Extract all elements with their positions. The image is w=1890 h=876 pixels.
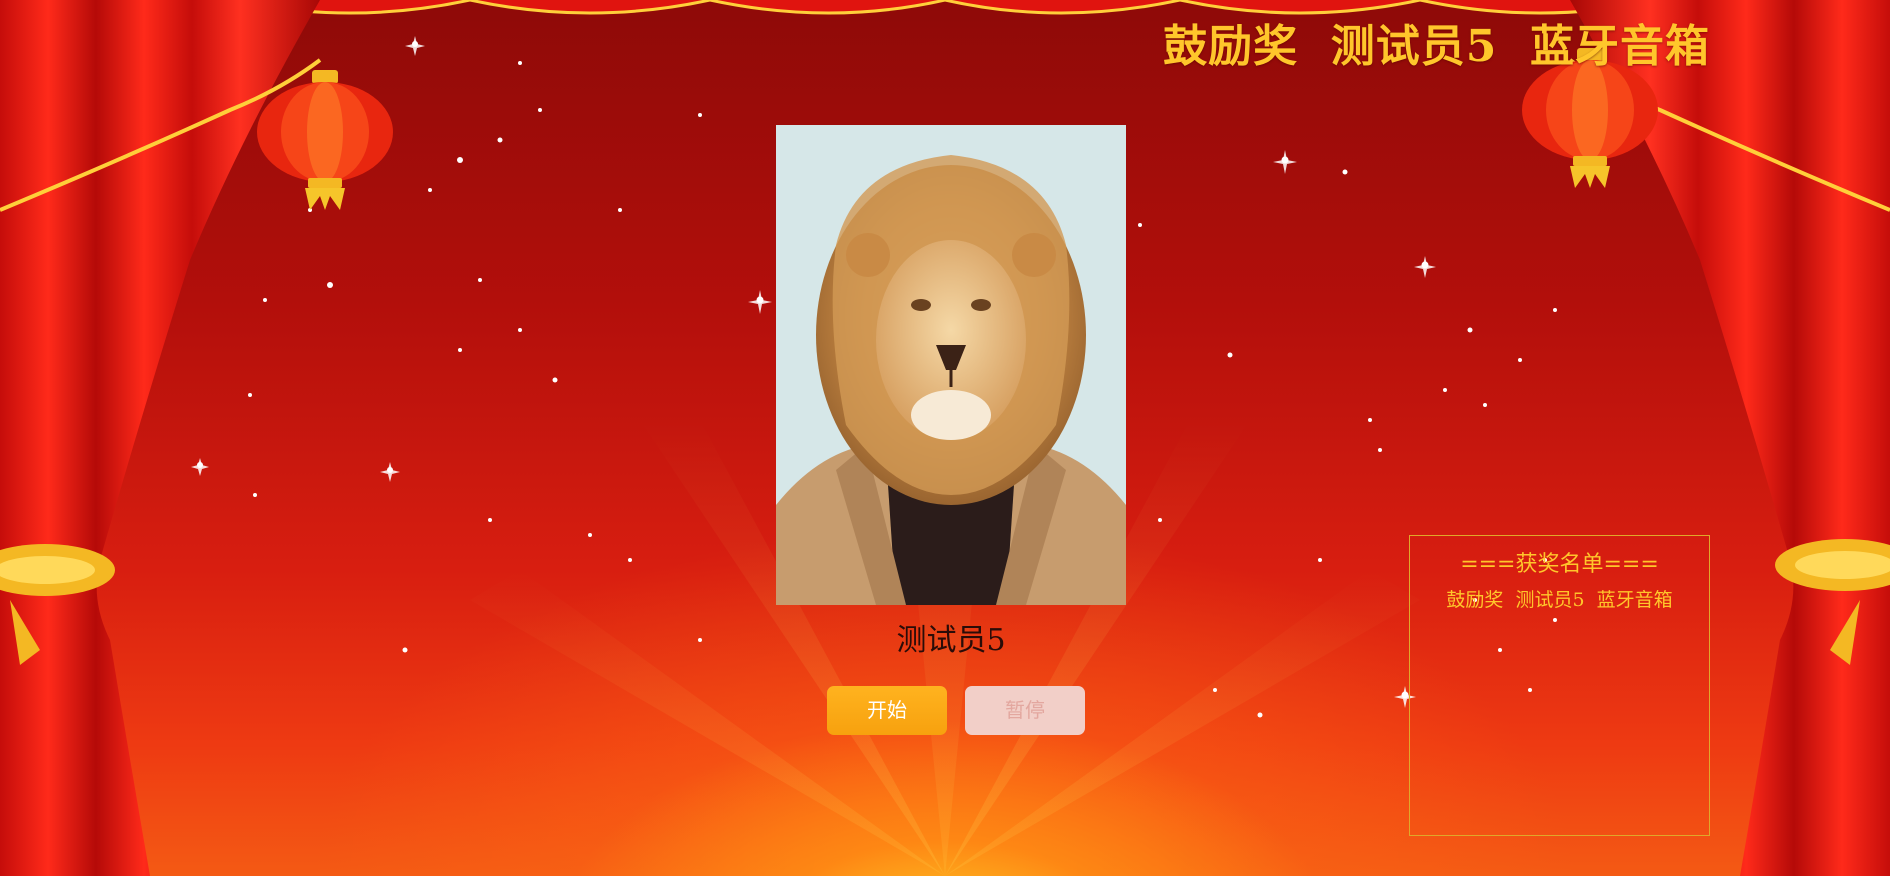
winners-list-title: ===获奖名单=== <box>1460 552 1659 577</box>
winners-list-panel: ===获奖名单=== 鼓励奖 测试员5 蓝牙音箱 <box>1409 535 1710 836</box>
lion-portrait-image <box>776 125 1126 605</box>
candidate-photo <box>776 125 1126 605</box>
start-button[interactable]: 开始 <box>827 686 947 735</box>
winner-entry: 鼓励奖 测试员5 蓝牙音箱 <box>1446 589 1673 611</box>
lottery-stage: 鼓励奖 测试员5 蓝牙音箱 测试员5 开始 暂停 ===获奖名单=== 鼓励奖 … <box>0 0 1890 876</box>
lantern-icon <box>257 70 393 210</box>
winners-list: 鼓励奖 测试员5 蓝牙音箱 <box>1410 586 1709 614</box>
pause-button[interactable]: 暂停 <box>965 686 1085 735</box>
left-curtain <box>0 0 322 876</box>
candidate-name: 测试员5 <box>896 623 1006 658</box>
prize-announcement-banner: 鼓励奖 测试员5 蓝牙音箱 <box>1163 21 1710 72</box>
